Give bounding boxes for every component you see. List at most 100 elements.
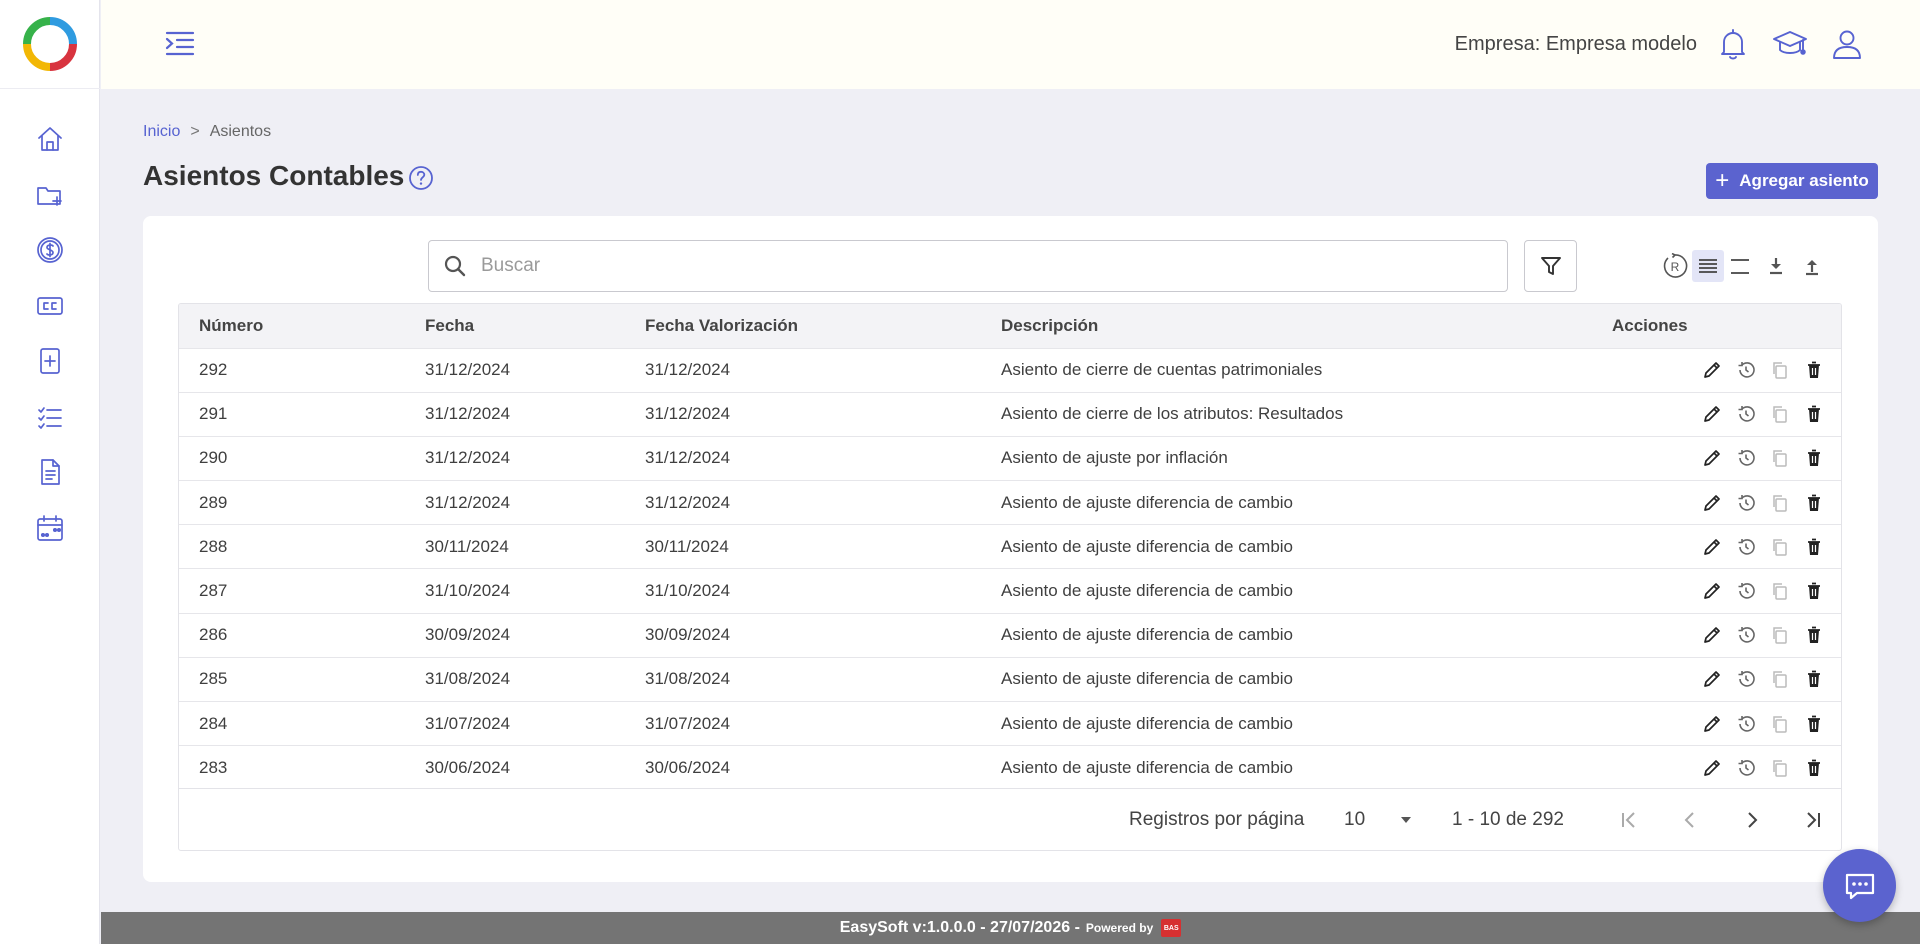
history-icon[interactable]	[1735, 359, 1757, 381]
search-input[interactable]	[481, 255, 1481, 277]
sidebar-item-cost-centers[interactable]	[28, 284, 72, 328]
footer: EasySoft v:1.0.0.0 - 27/07/2026 - Powere…	[101, 912, 1920, 944]
trash-icon[interactable]	[1803, 536, 1825, 558]
history-icon[interactable]	[1735, 447, 1757, 469]
company-label[interactable]: Empresa: Empresa modelo	[1455, 33, 1697, 56]
entries-table-container: Número Fecha Fecha Valorización Descripc…	[178, 303, 1842, 851]
entries-card: R Número Fecha Fecha Valorización Descri…	[143, 216, 1878, 882]
table-row[interactable]: 288 30/11/2024 30/11/2024 Asiento de ajuste…	[179, 524, 1841, 569]
trash-icon[interactable]	[1803, 359, 1825, 381]
next-page-button[interactable]	[1737, 805, 1767, 835]
edit-icon[interactable]	[1701, 359, 1723, 381]
trash-icon[interactable]	[1803, 668, 1825, 690]
rows-per-page-select[interactable]: 10	[1344, 803, 1414, 837]
table-row[interactable]: 284 31/07/2024 31/07/2024 Asiento de ajuste…	[179, 701, 1841, 746]
first-page-button[interactable]	[1614, 805, 1644, 835]
column-header-descripcion[interactable]: Descripción	[981, 304, 1592, 348]
cell-fecha-valorizacion: 30/09/2024	[645, 625, 731, 645]
copy-icon[interactable]	[1769, 492, 1791, 514]
table-row[interactable]: 286 30/09/2024 30/09/2024 Asiento de ajuste…	[179, 613, 1841, 657]
training-button[interactable]	[1772, 26, 1808, 62]
table-row[interactable]: 292 31/12/2024 31/12/2024 Asiento de cierre…	[179, 348, 1841, 392]
sidebar-item-list[interactable]	[28, 395, 72, 439]
history-icon[interactable]	[1735, 580, 1757, 602]
copy-icon[interactable]	[1769, 403, 1791, 425]
edit-icon[interactable]	[1701, 713, 1723, 735]
sidebar-item-home[interactable]	[28, 117, 72, 161]
breadcrumb-separator: >	[190, 123, 200, 140]
filter-button[interactable]	[1524, 240, 1577, 292]
cell-numero: 285	[199, 669, 228, 689]
copy-icon[interactable]	[1769, 359, 1791, 381]
edit-icon[interactable]	[1701, 403, 1723, 425]
chat-button[interactable]	[1823, 849, 1896, 922]
table-row[interactable]: 283 30/06/2024 30/06/2024 Asiento de ajuste…	[179, 745, 1841, 790]
table-row[interactable]: 291 31/12/2024 31/12/2024 Asiento de cierre…	[179, 392, 1841, 436]
sidebar-item-reports[interactable]	[28, 450, 72, 494]
sidebar-item-folders[interactable]	[28, 173, 72, 217]
edit-icon[interactable]	[1701, 580, 1723, 602]
sidebar-item-finance[interactable]	[28, 228, 72, 272]
search-box[interactable]	[428, 240, 1508, 292]
reset-button[interactable]: R	[1659, 250, 1691, 282]
table-row[interactable]: 285 31/08/2024 31/08/2024 Asiento de ajuste…	[179, 657, 1841, 701]
sidebar-item-new-entry[interactable]	[28, 339, 72, 383]
upload-button[interactable]	[1796, 250, 1828, 282]
sidebar-item-calendar[interactable]	[28, 506, 72, 550]
history-icon[interactable]	[1735, 624, 1757, 646]
history-icon[interactable]	[1735, 757, 1757, 779]
trash-icon[interactable]	[1803, 713, 1825, 735]
edit-icon[interactable]	[1701, 492, 1723, 514]
copy-icon[interactable]	[1769, 713, 1791, 735]
app-logo[interactable]	[0, 0, 100, 89]
column-header-fecha[interactable]: Fecha	[405, 304, 625, 348]
cell-fecha: 31/12/2024	[425, 492, 511, 512]
user-profile-button[interactable]	[1829, 26, 1865, 62]
edit-icon[interactable]	[1701, 624, 1723, 646]
copy-icon[interactable]	[1769, 580, 1791, 602]
breadcrumb-current: Asientos	[209, 123, 272, 140]
history-icon[interactable]	[1735, 668, 1757, 690]
table-row[interactable]: 289 31/12/2024 31/12/2024 Asiento de ajuste…	[179, 480, 1841, 525]
edit-icon[interactable]	[1701, 447, 1723, 469]
trash-icon[interactable]	[1803, 624, 1825, 646]
edit-icon[interactable]	[1701, 668, 1723, 690]
edit-icon[interactable]	[1701, 536, 1723, 558]
table-row[interactable]: 290 31/12/2024 31/12/2024 Asiento de ajuste…	[179, 436, 1841, 480]
download-button[interactable]	[1760, 250, 1792, 282]
copy-icon[interactable]	[1769, 536, 1791, 558]
trash-icon[interactable]	[1803, 403, 1825, 425]
density-comfortable-button[interactable]	[1692, 250, 1724, 282]
history-icon[interactable]	[1735, 536, 1757, 558]
trash-icon[interactable]	[1803, 447, 1825, 469]
pagination-bar: Registros por página 10 1 - 10 de 292	[179, 788, 1841, 850]
last-page-button[interactable]	[1798, 805, 1828, 835]
column-header-fecha-valorizacion[interactable]: Fecha Valorización	[625, 304, 981, 348]
copy-icon[interactable]	[1769, 624, 1791, 646]
trash-icon[interactable]	[1803, 757, 1825, 779]
history-icon[interactable]	[1735, 403, 1757, 425]
density-compact-button[interactable]	[1724, 250, 1756, 282]
menu-toggle-button[interactable]	[163, 28, 197, 60]
column-header-numero[interactable]: Número	[179, 304, 405, 348]
copy-icon[interactable]	[1769, 447, 1791, 469]
chevron-right-icon	[1748, 812, 1758, 828]
trash-icon[interactable]	[1803, 580, 1825, 602]
copy-icon[interactable]	[1769, 668, 1791, 690]
cell-fecha-valorizacion: 31/07/2024	[645, 713, 731, 733]
table-row[interactable]: 287 31/10/2024 31/10/2024 Asiento de ajuste…	[179, 568, 1841, 613]
previous-page-button[interactable]	[1675, 805, 1705, 835]
cell-descripcion: Asiento de ajuste diferencia de cambio	[1001, 536, 1294, 556]
cell-fecha-valorizacion: 30/11/2024	[645, 536, 729, 556]
breadcrumb-home-link[interactable]: Inicio	[143, 123, 180, 140]
notifications-button[interactable]	[1715, 26, 1751, 62]
edit-icon[interactable]	[1701, 757, 1723, 779]
copy-icon[interactable]	[1769, 757, 1791, 779]
cell-descripcion: Asiento de ajuste diferencia de cambio	[1001, 625, 1294, 645]
history-icon[interactable]	[1735, 713, 1757, 735]
help-button[interactable]	[408, 165, 434, 191]
history-icon[interactable]	[1735, 492, 1757, 514]
add-entry-button[interactable]: + Agregar asiento	[1706, 163, 1878, 199]
cell-descripcion: Asiento de ajuste diferencia de cambio	[1001, 581, 1294, 601]
trash-icon[interactable]	[1803, 492, 1825, 514]
